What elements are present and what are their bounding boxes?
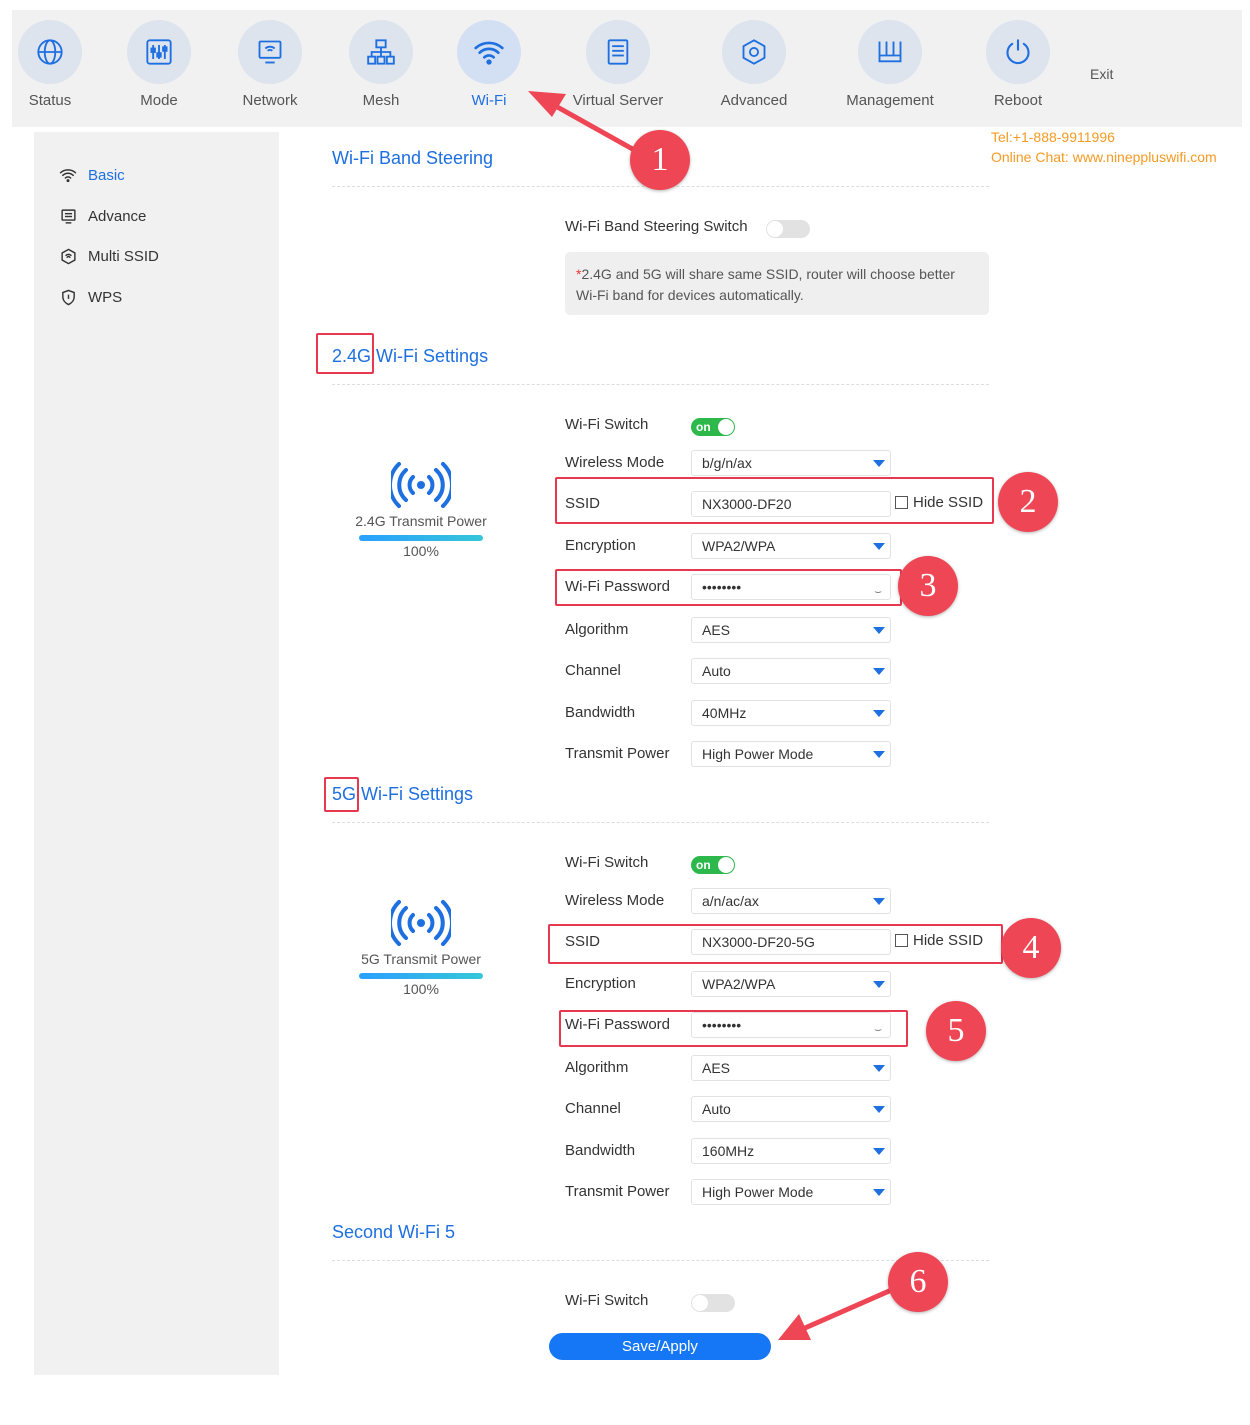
annotation-badge-2: 2 xyxy=(998,472,1058,532)
annotation-badge-1: 1 xyxy=(630,130,690,190)
arrow-1 xyxy=(550,101,638,154)
arrow-1-head xyxy=(528,91,566,117)
annotation-badge-3: 3 xyxy=(898,556,958,616)
annotation-arrows xyxy=(528,91,898,1340)
annotation-badge-6: 6 xyxy=(888,1252,948,1312)
annotation-badge-5: 5 xyxy=(926,1001,986,1061)
arrow-6 xyxy=(803,1285,898,1331)
annotation-badge-4: 4 xyxy=(1001,918,1061,978)
